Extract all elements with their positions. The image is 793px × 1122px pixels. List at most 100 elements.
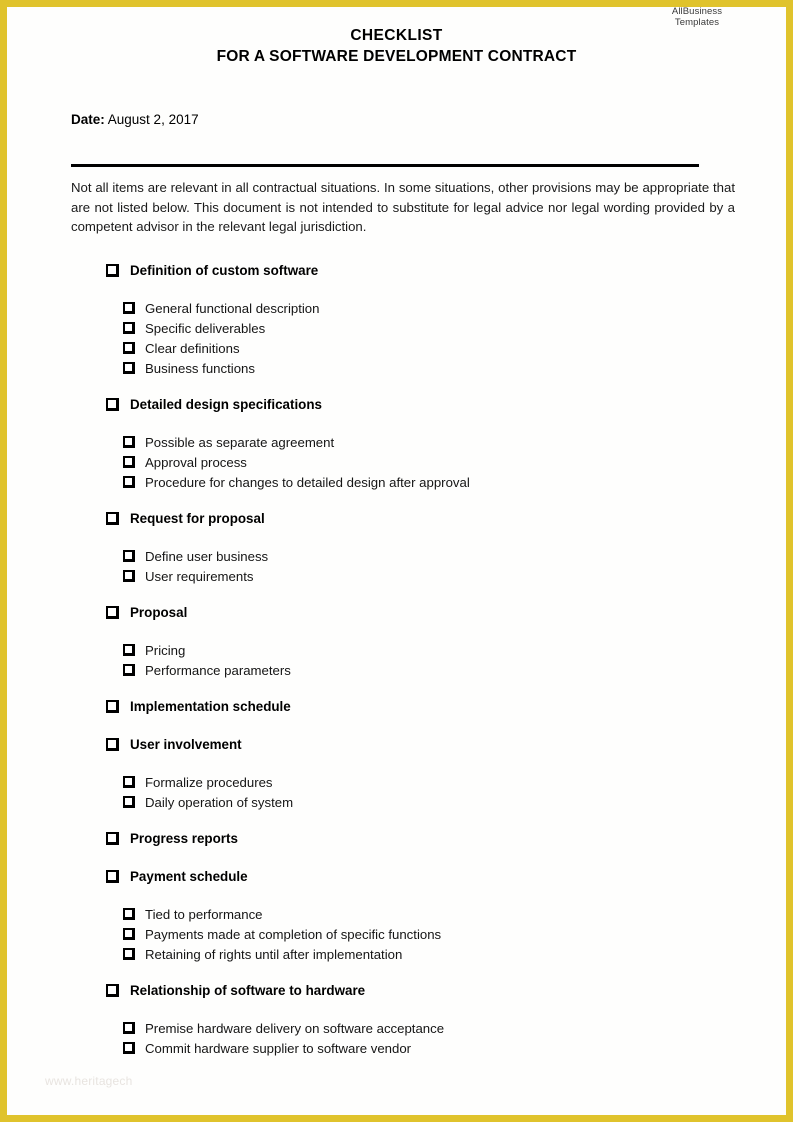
- checklist-sub-item[interactable]: Commit hardware supplier to software ven…: [7, 1039, 786, 1059]
- checkbox-icon[interactable]: [123, 644, 135, 656]
- checklist-main-label: Relationship of software to hardware: [130, 983, 366, 998]
- checklist-sub-label: Define user business: [145, 549, 269, 564]
- checklist-section: Request for proposal Define user business…: [7, 509, 786, 587]
- checklist-sub-item[interactable]: Tied to performance: [7, 905, 786, 925]
- checklist-sub-label: Retaining of rights until after implemen…: [145, 947, 403, 962]
- checklist-section: Definition of custom software General fun…: [7, 261, 786, 379]
- checkbox-icon[interactable]: [123, 322, 135, 334]
- checkbox-icon[interactable]: [123, 570, 135, 582]
- checkbox-icon[interactable]: [106, 738, 119, 751]
- checklist-sub-label: Formalize procedures: [145, 775, 273, 790]
- checklist-main-item[interactable]: Definition of custom software: [7, 261, 786, 281]
- checklist-sub-list: Formalize procedures Daily operation of s…: [7, 773, 786, 813]
- checklist-sub-list: Premise hardware delivery on software ac…: [7, 1019, 786, 1059]
- checkbox-icon[interactable]: [123, 550, 135, 562]
- checklist-main-label: Payment schedule: [130, 869, 248, 884]
- checklist-sub-item[interactable]: Clear definitions: [7, 339, 786, 359]
- checklist-sub-item[interactable]: User requirements: [7, 567, 786, 587]
- checklist-main-item[interactable]: Relationship of software to hardware: [7, 981, 786, 1001]
- checklist-main-label: Proposal: [130, 605, 188, 620]
- checkbox-icon[interactable]: [106, 512, 119, 525]
- checklist-sub-item[interactable]: Specific deliverables: [7, 319, 786, 339]
- checkbox-icon[interactable]: [123, 928, 135, 940]
- checkbox-icon[interactable]: [123, 948, 135, 960]
- date-label: Date:: [71, 112, 105, 127]
- watermark-text: www.heritagech: [45, 1074, 133, 1088]
- checklist-sub-list: Pricing Performance parameters: [7, 641, 786, 681]
- checklist-sub-label: Clear definitions: [145, 341, 240, 356]
- checklist: Definition of custom software General fun…: [7, 261, 786, 1075]
- checkbox-icon[interactable]: [123, 302, 135, 314]
- checklist-sub-item[interactable]: Performance parameters: [7, 661, 786, 681]
- checklist-sub-item[interactable]: Define user business: [7, 547, 786, 567]
- checkbox-icon[interactable]: [106, 606, 119, 619]
- checklist-main-label: Progress reports: [130, 831, 238, 846]
- checklist-sub-label: Possible as separate agreement: [145, 435, 335, 450]
- checklist-sub-item[interactable]: General functional description: [7, 299, 786, 319]
- checklist-sub-item[interactable]: Possible as separate agreement: [7, 433, 786, 453]
- checkbox-icon[interactable]: [123, 664, 135, 676]
- checkbox-icon[interactable]: [106, 870, 119, 883]
- checkbox-icon[interactable]: [123, 456, 135, 468]
- date-value: August 2, 2017: [107, 112, 199, 127]
- checkbox-icon[interactable]: [106, 700, 119, 713]
- checklist-sub-list: General functional description Specific d…: [7, 299, 786, 379]
- checkbox-icon[interactable]: [123, 1022, 135, 1034]
- checklist-sub-label: Business functions: [145, 361, 255, 376]
- checklist-section: Implementation schedule: [7, 697, 786, 717]
- checklist-main-label: Definition of custom software: [130, 263, 319, 278]
- checklist-main-item[interactable]: Payment schedule: [7, 867, 786, 887]
- checklist-sub-item[interactable]: Premise hardware delivery on software ac…: [7, 1019, 786, 1039]
- checklist-main-label: Detailed design specifications: [130, 397, 322, 412]
- checklist-sub-item[interactable]: Pricing: [7, 641, 786, 661]
- checkbox-icon[interactable]: [123, 796, 135, 808]
- checkbox-icon[interactable]: [123, 776, 135, 788]
- checklist-sub-label: Commit hardware supplier to software ven…: [145, 1041, 412, 1056]
- checklist-main-label: Request for proposal: [130, 511, 265, 526]
- checklist-sub-item[interactable]: Approval process: [7, 453, 786, 473]
- checklist-sub-label: User requirements: [145, 569, 254, 584]
- checklist-section: Progress reports: [7, 829, 786, 849]
- checklist-main-item[interactable]: Implementation schedule: [7, 697, 786, 717]
- checklist-sub-label: General functional description: [145, 301, 320, 316]
- checklist-sub-list: Possible as separate agreement Approval p…: [7, 433, 786, 493]
- checkbox-icon[interactable]: [123, 908, 135, 920]
- checkbox-icon[interactable]: [123, 362, 135, 374]
- checklist-sub-label: Performance parameters: [145, 663, 291, 678]
- checklist-section: Relationship of software to hardware Prem…: [7, 981, 786, 1059]
- date-row: Date: August 2, 2017: [71, 111, 199, 129]
- checklist-main-label: Implementation schedule: [130, 699, 291, 714]
- checklist-main-label: User involvement: [130, 737, 242, 752]
- checkbox-icon[interactable]: [123, 342, 135, 354]
- checklist-section: Proposal Pricing Performance parameters: [7, 603, 786, 681]
- document-title: CHECKLIST FOR A SOFTWARE DEVELOPMENT CON…: [7, 25, 786, 67]
- checklist-sub-item[interactable]: Formalize procedures: [7, 773, 786, 793]
- intro-paragraph: Not all items are relevant in all contra…: [71, 180, 735, 234]
- checklist-main-item[interactable]: Request for proposal: [7, 509, 786, 529]
- checklist-section: Detailed design specifications Possible a…: [7, 395, 786, 493]
- checklist-sub-item[interactable]: Payments made at completion of specific …: [7, 925, 786, 945]
- page-subtitle: FOR A SOFTWARE DEVELOPMENT CONTRACT: [216, 48, 577, 65]
- checkbox-icon[interactable]: [123, 436, 135, 448]
- checkbox-icon[interactable]: [106, 984, 119, 997]
- checkbox-icon[interactable]: [106, 832, 119, 845]
- checklist-section: Payment schedule Tied to performance Payme…: [7, 867, 786, 965]
- checklist-main-item[interactable]: Proposal: [7, 603, 786, 623]
- checklist-sub-item[interactable]: Retaining of rights until after implemen…: [7, 945, 786, 965]
- checkbox-icon[interactable]: [106, 264, 119, 277]
- checkbox-icon[interactable]: [123, 476, 135, 488]
- checklist-section: User involvement Formalize procedures Dail…: [7, 735, 786, 813]
- checkbox-icon[interactable]: [123, 1042, 135, 1054]
- checklist-sub-label: Approval process: [145, 455, 247, 470]
- checklist-sub-item[interactable]: Business functions: [7, 359, 786, 379]
- checklist-sub-list: Tied to performance Payments made at comp…: [7, 905, 786, 965]
- checklist-main-item[interactable]: User involvement: [7, 735, 786, 755]
- checkbox-icon[interactable]: [106, 398, 119, 411]
- checklist-main-item[interactable]: Progress reports: [7, 829, 786, 849]
- checklist-sub-label: Tied to performance: [145, 907, 263, 922]
- checklist-sub-item[interactable]: Daily operation of system: [7, 793, 786, 813]
- checklist-sub-item[interactable]: Procedure for changes to detailed design…: [7, 473, 786, 493]
- checklist-sub-label: Pricing: [145, 643, 186, 658]
- horizontal-rule: [71, 164, 699, 167]
- checklist-main-item[interactable]: Detailed design specifications: [7, 395, 786, 415]
